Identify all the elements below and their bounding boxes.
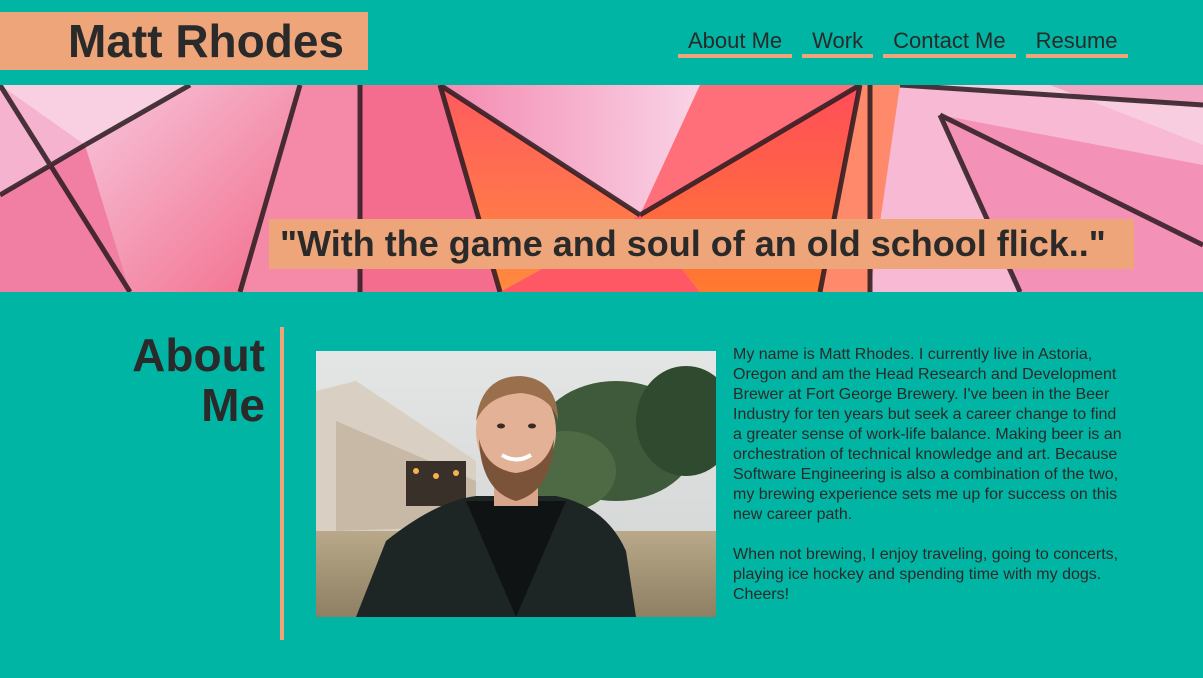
about-heading: About Me bbox=[80, 330, 265, 430]
nav-link-resume[interactable]: Resume bbox=[1025, 28, 1128, 58]
bio-paragraph: When not brewing, I enjoy traveling, goi… bbox=[733, 546, 1119, 603]
nav-link-contact-me[interactable]: Contact Me bbox=[883, 28, 1016, 58]
nav-link-work[interactable]: Work bbox=[802, 28, 874, 58]
site-header: Matt Rhodes About Me Work Contact Me Res… bbox=[0, 0, 1203, 85]
about-divider bbox=[280, 327, 284, 640]
hero-banner: "With the game and soul of an old school… bbox=[0, 85, 1203, 292]
hero-tagline: "With the game and soul of an old school… bbox=[269, 219, 1134, 269]
about-heading-line1: About bbox=[132, 329, 265, 381]
site-logo[interactable]: Matt Rhodes bbox=[0, 12, 368, 70]
about-bio: My name is Matt Rhodes. I currently live… bbox=[733, 345, 1123, 625]
main-nav: About Me Work Contact Me Resume bbox=[678, 28, 1128, 58]
nav-link-about-me[interactable]: About Me bbox=[678, 28, 793, 58]
portrait-illustration bbox=[316, 351, 716, 617]
portrait-photo bbox=[316, 351, 716, 617]
site-title: Matt Rhodes bbox=[68, 15, 344, 67]
about-heading-line2: Me bbox=[201, 379, 265, 431]
hero-tagline-text: "With the game and soul of an old school… bbox=[280, 223, 1106, 264]
bio-paragraph: My name is Matt Rhodes. I currently live… bbox=[733, 346, 1122, 523]
